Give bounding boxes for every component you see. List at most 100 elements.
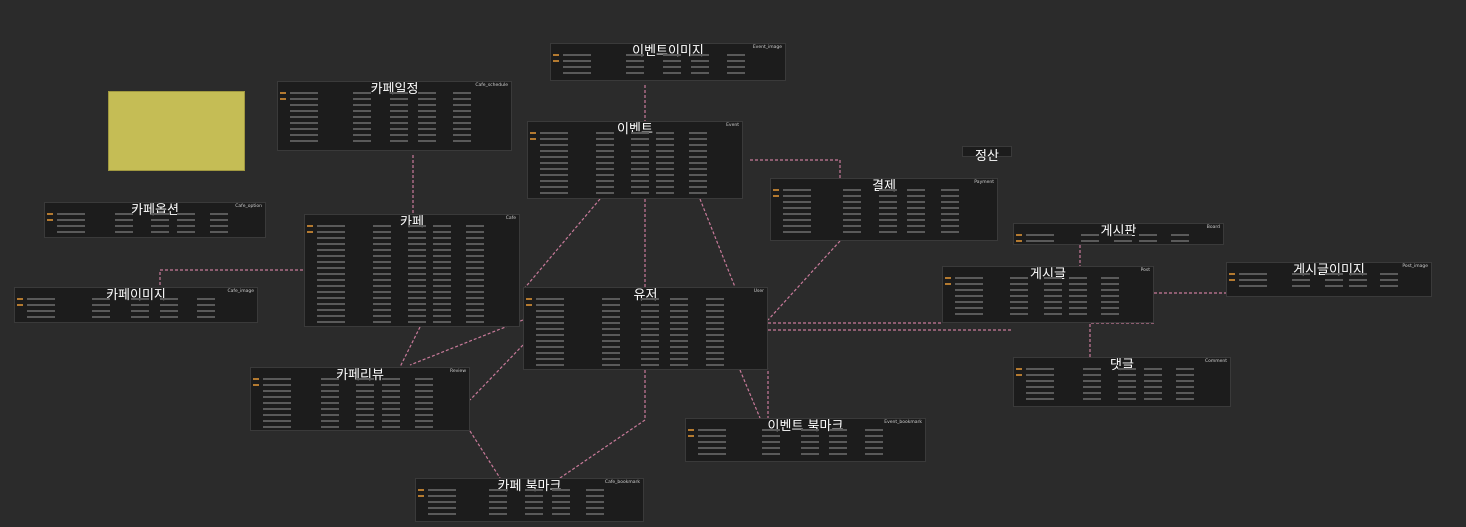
column-cell bbox=[418, 489, 424, 491]
column-cell bbox=[433, 273, 452, 275]
table-cafe-image[interactable]: Cafe_image 카페이미지 bbox=[14, 287, 258, 323]
column-cell bbox=[115, 231, 134, 233]
column-cell bbox=[290, 134, 318, 136]
column-cell bbox=[307, 231, 313, 233]
column-cell bbox=[263, 384, 291, 386]
column-cell bbox=[465, 267, 484, 269]
column-cell bbox=[945, 289, 951, 291]
column-cell bbox=[596, 138, 615, 140]
column-cell bbox=[1229, 285, 1235, 287]
column-cell bbox=[160, 304, 179, 306]
column-cell bbox=[669, 322, 688, 324]
erd-canvas: 정산 Event_image 이벤트이미지 Cafe_schedule 카페일정 Eve… bbox=[0, 0, 1466, 527]
column-cell bbox=[1143, 386, 1162, 388]
column-cell bbox=[417, 128, 436, 130]
column-cell bbox=[320, 402, 339, 404]
column-cell bbox=[843, 201, 862, 203]
column-cell bbox=[307, 315, 313, 317]
table-cafe-review[interactable]: Review 카페리뷰 bbox=[250, 367, 470, 431]
column-cell bbox=[465, 255, 484, 257]
column-cell bbox=[407, 315, 426, 317]
table-event-bookmark[interactable]: Event_bookmark 이벤트 북마크 bbox=[685, 418, 926, 462]
column-cell bbox=[630, 138, 649, 140]
table-post-image[interactable]: Post_image 게시글이미지 bbox=[1226, 262, 1432, 297]
table-row bbox=[1014, 238, 1223, 244]
table-comment[interactable]: Comment 댓글 bbox=[1013, 357, 1231, 407]
column-cell bbox=[307, 225, 313, 227]
column-cell bbox=[488, 507, 507, 509]
column-cell bbox=[601, 346, 620, 348]
column-cell bbox=[352, 134, 371, 136]
column-cell bbox=[1229, 273, 1235, 275]
table-event-image[interactable]: Event_image 이벤트이미지 bbox=[550, 43, 786, 81]
table-cafe-schedule[interactable]: Cafe_schedule 카페일정 bbox=[277, 81, 512, 151]
column-cell bbox=[526, 310, 532, 312]
column-cell bbox=[706, 340, 725, 342]
column-cell bbox=[879, 189, 898, 191]
table-header: Cafe_schedule 카페일정 bbox=[278, 82, 511, 97]
column-cell bbox=[1010, 307, 1029, 309]
table-post[interactable]: Post 게시글 bbox=[942, 266, 1154, 323]
column-cell bbox=[373, 231, 392, 233]
table-payment[interactable]: Payment 결제 bbox=[770, 178, 998, 241]
column-cell bbox=[428, 513, 456, 515]
column-cell bbox=[596, 162, 615, 164]
column-cell bbox=[465, 315, 484, 317]
column-cell bbox=[417, 110, 436, 112]
column-cell bbox=[1143, 374, 1162, 376]
column-cell bbox=[307, 303, 313, 305]
column-cell bbox=[381, 402, 400, 404]
table-header: Event_bookmark 이벤트 북마크 bbox=[686, 419, 925, 434]
column-cell bbox=[307, 261, 313, 263]
column-cell bbox=[526, 352, 532, 354]
column-cell bbox=[698, 441, 726, 443]
column-cell bbox=[540, 180, 568, 182]
settlement-table[interactable]: 정산 bbox=[962, 146, 1012, 164]
column-cell bbox=[452, 140, 471, 142]
column-cell bbox=[1117, 398, 1136, 400]
column-cell bbox=[625, 60, 644, 62]
table-row bbox=[771, 229, 997, 235]
column-cell bbox=[320, 378, 339, 380]
column-cell bbox=[596, 168, 615, 170]
column-cell bbox=[417, 134, 436, 136]
column-cell bbox=[355, 414, 374, 416]
column-cell bbox=[452, 92, 471, 94]
column-cell bbox=[630, 162, 649, 164]
column-cell bbox=[115, 213, 134, 215]
column-cell bbox=[688, 186, 707, 188]
column-cell bbox=[669, 298, 688, 300]
column-cell bbox=[879, 195, 898, 197]
column-cell bbox=[783, 195, 811, 197]
column-cell bbox=[1069, 301, 1087, 303]
table-event[interactable]: Event 이벤트 bbox=[527, 121, 743, 199]
column-cell bbox=[263, 426, 291, 428]
table-cafe-option[interactable]: Cafe_option 카페옵션 bbox=[44, 202, 266, 238]
column-cell bbox=[210, 219, 228, 221]
table-user[interactable]: User 유저 bbox=[523, 287, 768, 370]
column-cell bbox=[407, 255, 426, 257]
column-cell bbox=[465, 237, 484, 239]
column-cell bbox=[317, 279, 345, 281]
column-cell bbox=[940, 219, 959, 221]
column-cell bbox=[253, 384, 259, 386]
column-cell bbox=[706, 358, 725, 360]
column-cell bbox=[540, 156, 568, 158]
relationship-line bbox=[767, 240, 841, 321]
relationship-line bbox=[559, 370, 646, 479]
column-cell bbox=[27, 298, 55, 300]
table-cafe-bookmark[interactable]: Cafe_bookmark 카페 북마크 bbox=[415, 478, 644, 522]
column-cell bbox=[1010, 313, 1029, 315]
column-cell bbox=[596, 180, 615, 182]
column-cell bbox=[563, 72, 591, 74]
column-cell bbox=[1026, 368, 1054, 370]
column-cell bbox=[428, 507, 456, 509]
column-cell bbox=[1069, 289, 1087, 291]
table-board[interactable]: Board 게시판 bbox=[1013, 223, 1224, 245]
table-cafe[interactable]: Cafe 카페 bbox=[304, 214, 520, 327]
column-cell bbox=[1069, 277, 1087, 279]
column-cell bbox=[540, 132, 568, 134]
memo-note[interactable] bbox=[108, 91, 245, 171]
column-cell bbox=[1043, 277, 1062, 279]
column-cell bbox=[706, 322, 725, 324]
